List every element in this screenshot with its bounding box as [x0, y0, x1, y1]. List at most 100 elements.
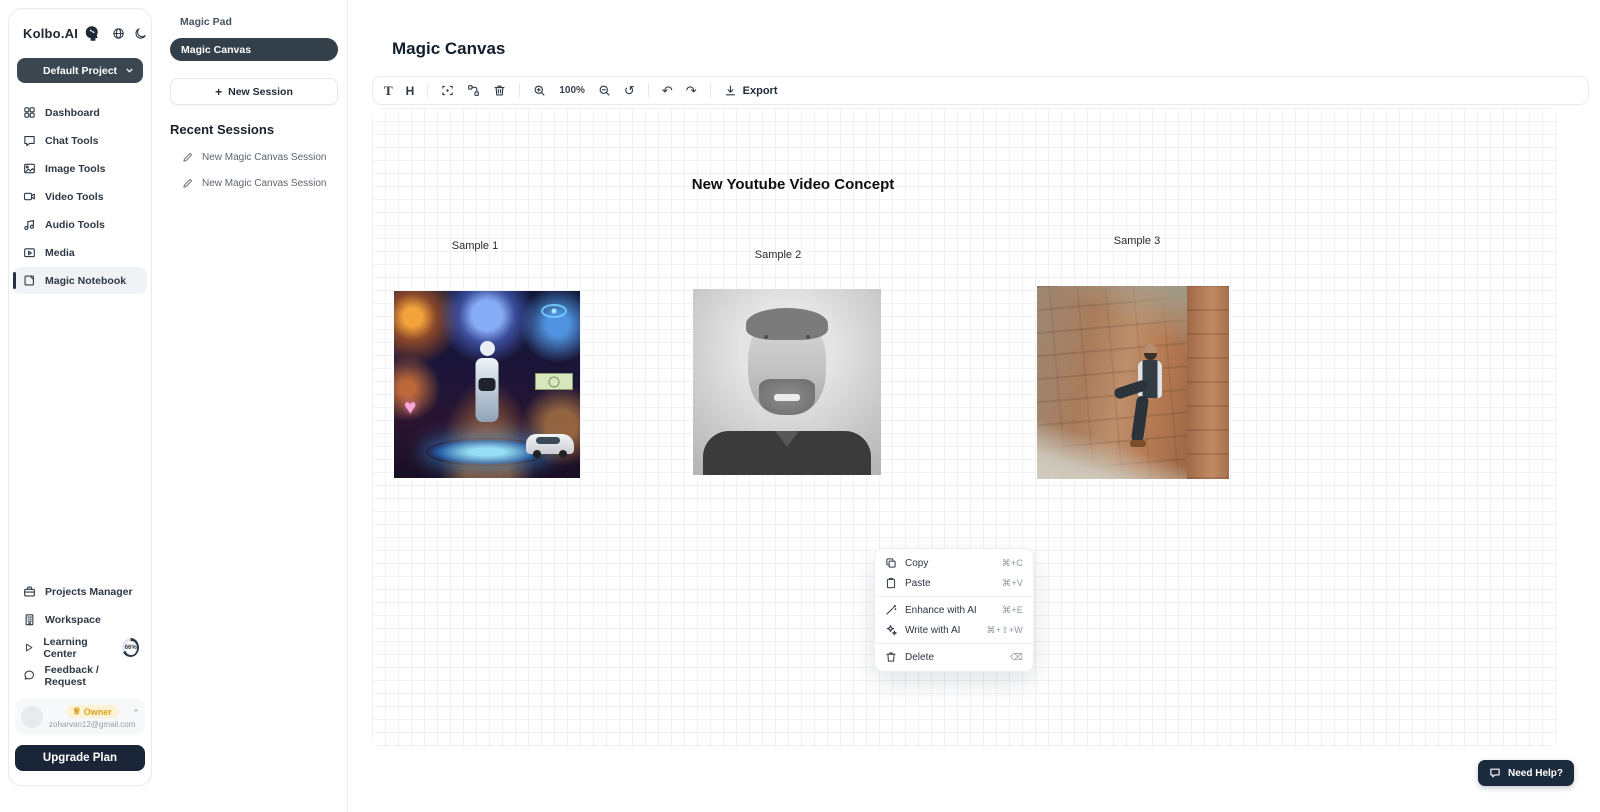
upgrade-plan-button[interactable]: Upgrade Plan [15, 745, 145, 771]
sample-2-image-bw-portrait[interactable] [693, 289, 881, 475]
comment-icon [23, 669, 35, 682]
pencil-icon [182, 151, 194, 163]
sidebar-item-dashboard[interactable]: Dashboard [13, 99, 147, 126]
app-root: Kolbo.AI Default Project Dashboard [0, 0, 1600, 812]
context-menu-divider [875, 643, 1033, 644]
heading-tool-button[interactable]: H [406, 84, 415, 98]
shortcut-hint: ⌘+C [1002, 558, 1023, 569]
sidebar-item-workspace[interactable]: Workspace [13, 606, 147, 633]
sidebar-item-feedback-request[interactable]: Feedback / Request [13, 662, 147, 689]
sample-3-label[interactable]: Sample 3 [1114, 235, 1160, 247]
context-menu-item-paste[interactable]: Paste ⌘+V [875, 573, 1033, 593]
sidebar-item-video-tools[interactable]: Video Tools [13, 183, 147, 210]
sidebar-spacer [9, 294, 151, 562]
user-meta: ♕ Owner zoharvan12@gmail.com [49, 705, 135, 729]
building-icon [23, 613, 36, 626]
download-icon [724, 84, 737, 97]
context-menu: Copy ⌘+C Paste ⌘+V Enhance with AI ⌘+E W… [874, 548, 1034, 672]
context-menu-label: Delete [905, 652, 934, 663]
sidebar-item-label: Media [45, 247, 75, 259]
session-item-label: New Magic Canvas Session [202, 152, 327, 163]
sidebar-item-audio-tools[interactable]: Audio Tools [13, 211, 147, 238]
portrait-smile [774, 394, 800, 401]
context-menu-item-write-with-ai[interactable]: Write with AI ⌘+⇧+W [875, 620, 1033, 640]
select-area-tool-button[interactable] [441, 84, 454, 97]
plus-icon: + [215, 85, 222, 99]
sample-1-label[interactable]: Sample 1 [452, 240, 498, 252]
undo-button[interactable]: ↶ [662, 84, 673, 97]
canvas-title-text[interactable]: New Youtube Video Concept [692, 176, 895, 193]
user-account-card[interactable]: ♕ Owner zoharvan12@gmail.com [15, 699, 145, 735]
sidebar-item-projects-manager[interactable]: Projects Manager [13, 578, 147, 605]
delete-tool-button[interactable] [493, 84, 506, 97]
music-note-icon [23, 218, 36, 231]
sidebar-footer-nav: Projects Manager Workspace Learning Cent… [9, 578, 151, 689]
sidebar-item-magic-notebook[interactable]: Magic Notebook [13, 267, 147, 294]
context-menu-label: Paste [905, 578, 931, 589]
zoom-in-button[interactable] [533, 84, 546, 97]
new-session-button[interactable]: + New Session [170, 78, 338, 105]
user-menu-chevron-icon [132, 708, 140, 716]
sidebar-item-learning-center[interactable]: Learning Center 66% [13, 634, 147, 661]
magic-canvas-item-active[interactable]: Magic Canvas [170, 38, 338, 61]
toolbar-divider [519, 83, 520, 98]
context-menu-divider [875, 596, 1033, 597]
chevron-down-icon [124, 65, 135, 76]
clipboard-icon [885, 577, 897, 589]
sidebar-item-label: Dashboard [45, 107, 100, 119]
session-list-item[interactable]: New Magic Canvas Session [170, 177, 337, 189]
sidebar-item-media[interactable]: Media [13, 239, 147, 266]
context-menu-label: Enhance with AI [905, 605, 977, 616]
sessions-panel: Magic Pad Magic Canvas + New Session Rec… [152, 0, 348, 812]
need-help-button[interactable]: Need Help? [1478, 760, 1574, 786]
sidebar-item-image-tools[interactable]: Image Tools [13, 155, 147, 182]
reset-view-button[interactable]: ↺ [624, 84, 635, 97]
redo-button[interactable]: ↷ [686, 84, 697, 97]
sidebar-item-chat-tools[interactable]: Chat Tools [13, 127, 147, 154]
learning-progress-value: 66% [125, 645, 137, 651]
connector-tool-button[interactable] [467, 84, 480, 97]
shortcut-hint: ⌘+E [1002, 605, 1023, 616]
sidebar-item-label: Workspace [45, 614, 101, 626]
eye-motif [541, 304, 567, 318]
context-menu-item-enhance-with-ai[interactable]: Enhance with AI ⌘+E [875, 600, 1033, 620]
owner-badge: ♕ Owner [66, 705, 119, 718]
help-chat-icon [1489, 767, 1501, 779]
seated-man-figure [1120, 344, 1180, 454]
figure-torso [1138, 360, 1162, 398]
canvas-toolbar: T H 100% ↺ ↶ ↷ [372, 76, 1589, 105]
sidebar-nav: Dashboard Chat Tools Image Tools Video T… [9, 99, 151, 294]
copy-icon [885, 557, 897, 569]
robot-motif [476, 358, 499, 422]
export-button[interactable]: Export [724, 84, 778, 97]
context-menu-item-delete[interactable]: Delete ⌫ [875, 647, 1033, 667]
trash-icon [493, 84, 506, 97]
sidebar-item-label: Magic Notebook [45, 275, 126, 287]
connector-nodes-icon [467, 84, 480, 97]
magic-wand-icon [885, 604, 897, 616]
session-list-item[interactable]: New Magic Canvas Session [170, 151, 337, 163]
sidebar-item-label: Audio Tools [45, 219, 105, 231]
page-title: Magic Canvas [392, 39, 505, 59]
sidebar-item-label: Chat Tools [45, 135, 98, 147]
context-menu-label: Write with AI [905, 625, 960, 636]
context-menu-item-copy[interactable]: Copy ⌘+C [875, 553, 1033, 573]
toolbar-divider [427, 83, 428, 98]
zoom-in-icon [533, 84, 546, 97]
need-help-label: Need Help? [1508, 768, 1563, 779]
magic-pad-item[interactable]: Magic Pad [170, 14, 337, 38]
sparkles-icon [885, 624, 897, 636]
stone-pillar [1187, 286, 1229, 479]
project-selector[interactable]: Default Project [17, 58, 143, 83]
zoom-out-button[interactable] [598, 84, 611, 97]
text-tool-button[interactable]: T [384, 83, 393, 99]
recent-sessions-heading: Recent Sessions [170, 122, 337, 137]
sample-2-label[interactable]: Sample 2 [755, 249, 801, 261]
sample-3-image-man-on-ruins[interactable] [1037, 286, 1229, 479]
language-globe-icon[interactable] [110, 25, 127, 42]
dark-mode-moon-icon[interactable] [132, 25, 149, 42]
brand-header: Kolbo.AI [9, 25, 151, 42]
sidebar-item-label: Video Tools [45, 191, 104, 203]
dashboard-icon [23, 106, 36, 119]
sample-1-image-ai-robot-collage[interactable]: ♥ [394, 291, 580, 478]
